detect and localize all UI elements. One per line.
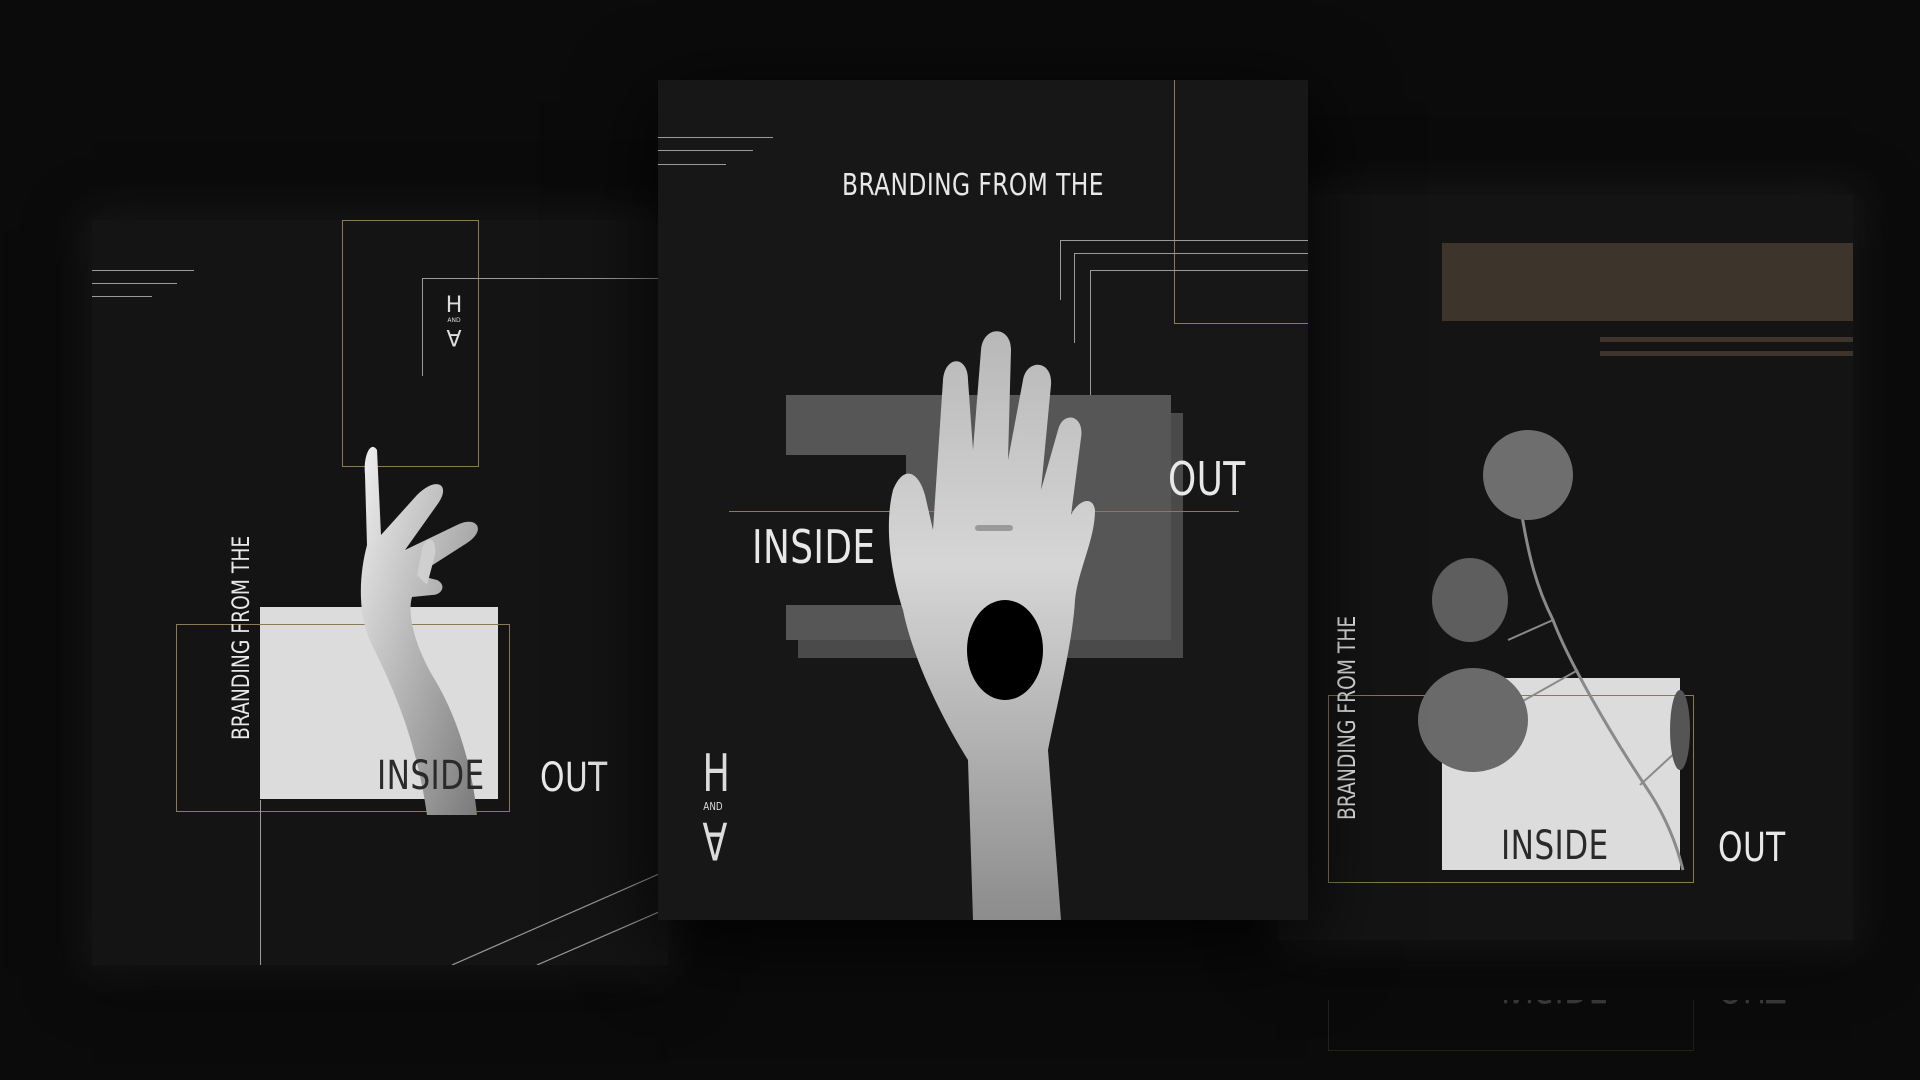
stripe-line: [658, 164, 726, 165]
diagonal-lines: [451, 869, 668, 965]
hand-with-hole-image: [888, 331, 1095, 920]
logo-letter-bottom: A: [446, 324, 462, 349]
corner-line: [1090, 270, 1308, 271]
logo-letter-top: H: [702, 744, 730, 804]
tagline: BRANDING FROM THE: [842, 168, 1104, 203]
out-text: OUT: [1168, 452, 1246, 506]
out-text: OUT: [540, 755, 608, 801]
tagline-vertical: BRANDING FROM THE: [227, 535, 255, 740]
vertical-line: [260, 800, 261, 965]
stripe-line: [92, 283, 177, 284]
connector-line: [422, 278, 423, 376]
poster-left: H AND A BRANDING FROM THE INSIDE OUT: [92, 220, 668, 965]
connector-line: [422, 278, 668, 279]
out-reflection: OUT: [1718, 1000, 1786, 1010]
brown-stripe: [1600, 351, 1853, 356]
stripe-line: [92, 296, 152, 297]
poster-right: BRANDING FROM THE INSIDE OUT: [1278, 195, 1853, 940]
corner-line: [1074, 253, 1308, 254]
logo-letter-top: H: [445, 293, 463, 318]
out-text: OUT: [1718, 825, 1786, 871]
poster-center: BRANDING FROM THE INSIDE OUT H AND A: [658, 80, 1308, 920]
reflection: INSIDE OUT: [1278, 1000, 1853, 1080]
logo: H AND A: [698, 744, 730, 878]
brown-stripe: [1600, 337, 1853, 342]
corner-line: [1060, 240, 1308, 241]
tagline-vertical: BRANDING FROM THE: [1333, 615, 1361, 820]
stripe-line: [658, 137, 773, 138]
gold-vertical-line: [1174, 80, 1175, 324]
eucalyptus-branch-image: [1418, 430, 1690, 871]
stripe-line: [658, 150, 753, 151]
logo-letter-bottom: A: [702, 810, 728, 870]
brown-bar: [1442, 243, 1853, 321]
inside-text: INSIDE: [752, 520, 876, 574]
inside-text: INSIDE: [1501, 823, 1609, 869]
logo-small: H AND A: [444, 295, 464, 355]
inside-text: INSIDE: [377, 753, 485, 799]
gold-horizontal-line: [1174, 323, 1308, 324]
stripe-line: [92, 270, 194, 271]
